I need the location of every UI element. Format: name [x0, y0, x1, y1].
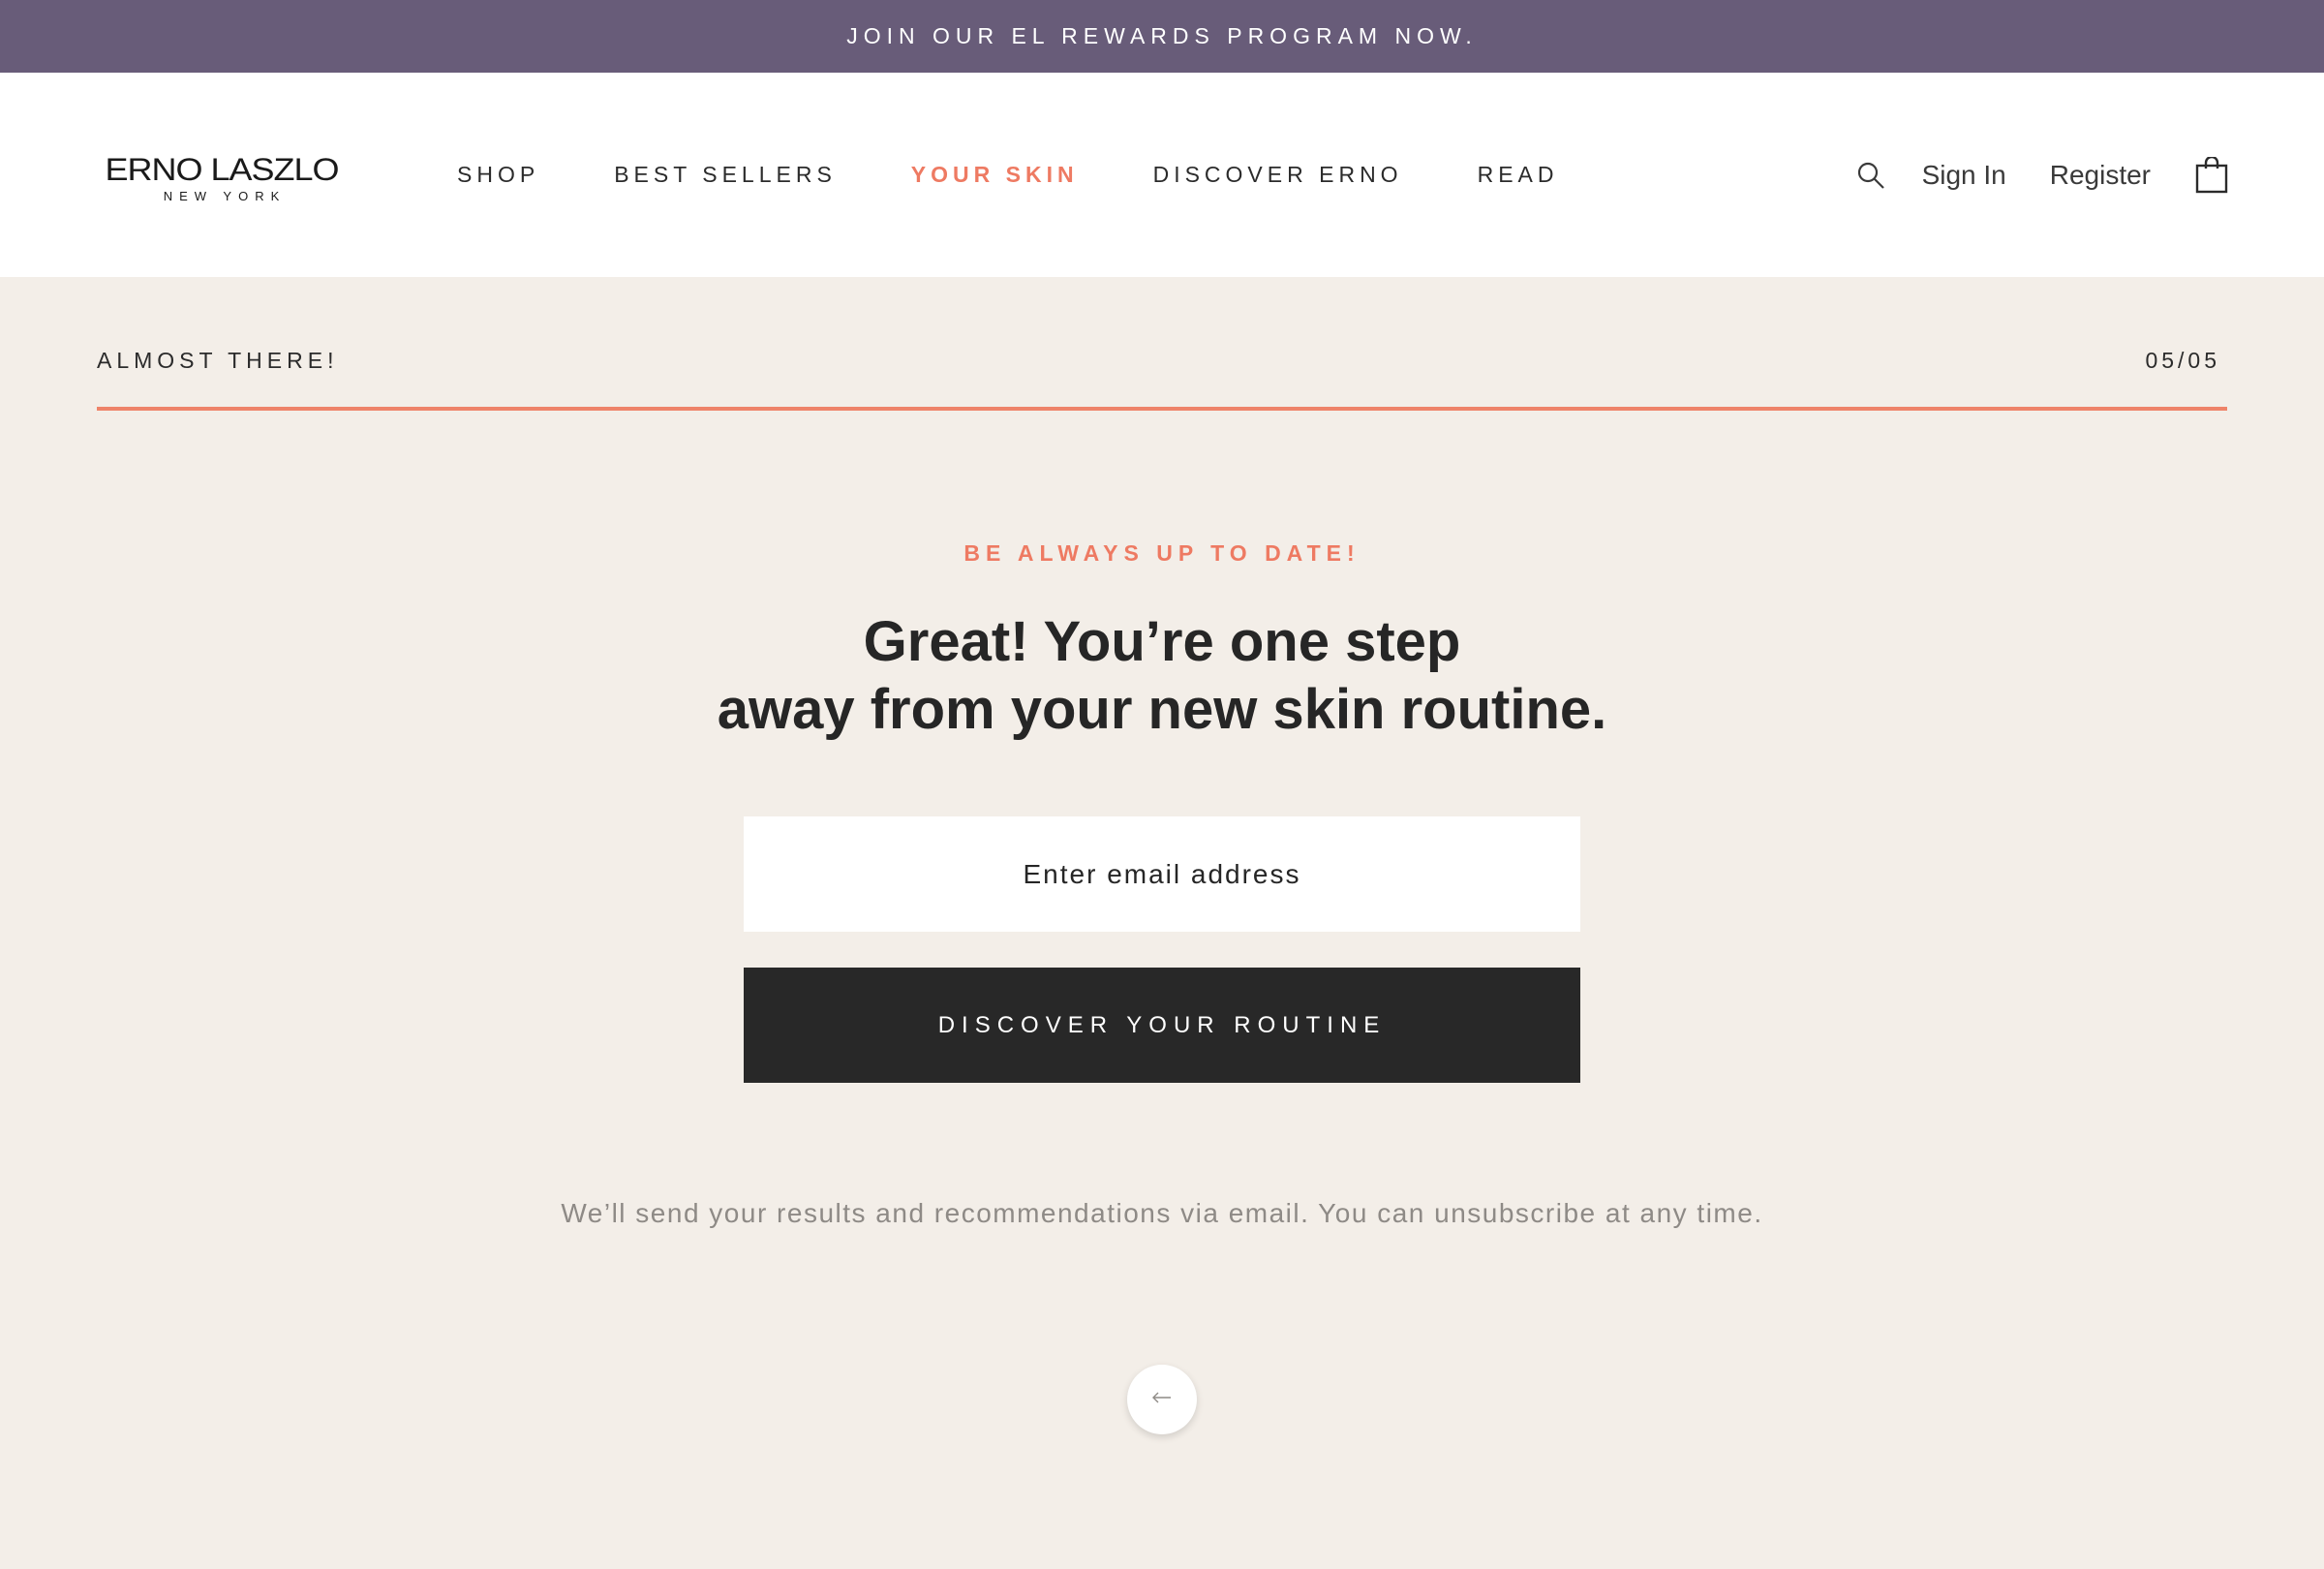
email-input[interactable]	[744, 816, 1580, 932]
progress-step-count: 05/05	[2145, 348, 2220, 373]
section-eyebrow: BE ALWAYS UP TO DATE!	[963, 540, 1361, 566]
back-button[interactable]	[1127, 1365, 1197, 1434]
promo-banner[interactable]: JOIN OUR EL REWARDS PROGRAM NOW.	[0, 0, 2324, 73]
page-headline: Great! You’re one step away from your ne…	[0, 608, 2324, 744]
shopping-bag-icon[interactable]	[2194, 156, 2229, 195]
header-actions: Sign In Register	[1854, 73, 2229, 277]
register-link[interactable]: Register	[2050, 160, 2151, 191]
sign-in-link[interactable]: Sign In	[1922, 160, 2006, 191]
main-nav: SHOP BEST SELLERS YOUR SKIN DISCOVER ERN…	[457, 73, 1558, 277]
nav-item-shop[interactable]: SHOP	[457, 162, 539, 188]
headline-line-2: away from your new skin routine.	[717, 678, 1607, 741]
promo-banner-text[interactable]: JOIN OUR EL REWARDS PROGRAM NOW.	[846, 23, 1478, 49]
progress-bar	[97, 407, 2227, 411]
search-icon[interactable]	[1854, 159, 1887, 192]
nav-item-your-skin[interactable]: YOUR SKIN	[911, 162, 1079, 188]
arrow-left-icon	[1152, 1391, 1172, 1408]
logo-wordmark: ERNO LASZLO	[105, 151, 339, 187]
nav-item-best-sellers[interactable]: BEST SELLERS	[614, 162, 837, 188]
progress-bar-fill	[97, 407, 2227, 411]
logo-subtitle: NEW YORK	[163, 189, 287, 203]
nav-item-read[interactable]: READ	[1478, 162, 1559, 188]
site-header: ERNO LASZLO NEW YORK SHOP BEST SELLERS Y…	[0, 73, 2324, 277]
headline-line-1: Great! You’re one step	[863, 610, 1461, 673]
progress-label: ALMOST THERE!	[97, 348, 339, 373]
brand-logo[interactable]: ERNO LASZLO NEW YORK	[90, 152, 353, 206]
discover-routine-button[interactable]: DISCOVER YOUR ROUTINE	[744, 968, 1580, 1083]
nav-item-discover-erno[interactable]: DISCOVER ERNO	[1153, 162, 1403, 188]
email-disclaimer: We’ll send your results and recommendati…	[561, 1198, 1763, 1228]
